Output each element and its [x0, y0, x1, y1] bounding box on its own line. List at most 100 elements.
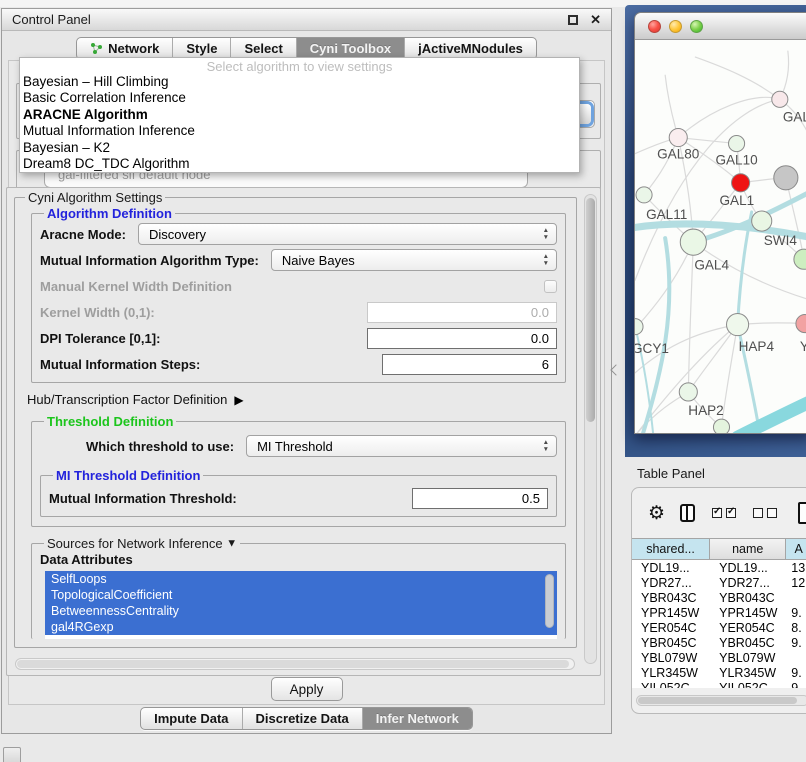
table-cell[interactable]: YBR045C [632, 636, 710, 650]
network-edge[interactable] [688, 325, 737, 392]
swi4-node[interactable] [752, 211, 772, 231]
table-row[interactable]: YBL079WYBL079W [632, 650, 806, 665]
node-green-bottom[interactable] [713, 419, 729, 433]
settings-horizontal-scrollbar[interactable] [15, 658, 575, 670]
column-header[interactable]: A [786, 539, 806, 559]
select-all-icon[interactable] [712, 508, 736, 518]
gear-icon[interactable]: ⚙ [648, 504, 665, 523]
table-cell[interactable]: 8. [786, 621, 806, 635]
settings-vertical-scrollbar[interactable] [584, 194, 597, 664]
table-row[interactable]: YBR045CYBR045C9. [632, 635, 806, 650]
zoom-traffic-light[interactable] [690, 20, 703, 33]
tab-discretize-data[interactable]: Discretize Data [242, 708, 362, 729]
table-cell[interactable]: 9. [786, 606, 806, 620]
table-row[interactable]: YER054CYER054C8. [632, 620, 806, 635]
table-cell[interactable]: YBR043C [710, 591, 786, 605]
float-window-icon[interactable] [568, 15, 578, 25]
scrollbar-thumb[interactable] [638, 697, 797, 704]
table-cell[interactable]: 9 [786, 681, 806, 689]
mi-steps-field[interactable]: 6 [382, 354, 557, 375]
algorithm-option[interactable]: Dream8 DC_TDC Algorithm [20, 156, 579, 172]
splitter-grip-icon[interactable] [610, 364, 621, 375]
apply-button[interactable]: Apply [271, 677, 343, 701]
close-icon[interactable]: ✕ [590, 13, 601, 26]
network-edge[interactable] [643, 238, 669, 433]
gal1-node[interactable] [732, 174, 750, 192]
table-cell[interactable]: YBR045C [710, 636, 786, 650]
gal11-node[interactable] [636, 187, 652, 203]
table-cell[interactable]: YDL19... [710, 561, 786, 575]
table-cell[interactable]: YIL052C [710, 681, 786, 689]
tab-style[interactable]: Style [172, 38, 230, 59]
tab-infer-network[interactable]: Infer Network [362, 708, 472, 729]
mi-threshold-field[interactable]: 0.5 [412, 488, 548, 509]
node-gray[interactable] [774, 166, 798, 190]
algorithm-option[interactable]: Basic Correlation Inference [20, 90, 579, 106]
column-header[interactable]: shared... [632, 539, 710, 559]
table-row[interactable]: YLR345WYLR345W9. [632, 665, 806, 680]
network-edge[interactable] [665, 75, 678, 137]
mi-type-select[interactable]: Naive Bayes ▲▼ [271, 249, 557, 271]
split-columns-icon[interactable] [680, 504, 695, 522]
gal4-node[interactable] [680, 229, 706, 255]
table-cell[interactable]: YBL079W [710, 651, 786, 665]
node-pink-top[interactable] [772, 91, 788, 107]
table-cell[interactable]: 9. [786, 666, 806, 680]
table-horizontal-scrollbar[interactable] [636, 695, 806, 706]
table-cell[interactable]: YDR27... [632, 576, 710, 590]
deselect-all-icon[interactable] [753, 508, 777, 518]
network-edge[interactable] [721, 325, 737, 428]
tab-network[interactable]: Network [77, 38, 172, 59]
network-canvas[interactable]: GALGAL80GAL10GAL1GAL11SWI4GAL4GCY1HAP4YH… [635, 41, 806, 433]
network-graph[interactable]: GALGAL80GAL10GAL1GAL11SWI4GAL4GCY1HAP4YH… [635, 41, 806, 433]
hub-definition-expander[interactable]: Hub/Transcription Factor Definition ▶ [27, 392, 570, 407]
gal10-node[interactable] [729, 136, 745, 152]
table-cell[interactable]: 12 [786, 576, 806, 590]
algorithm-option[interactable]: Bayesian – Hill Climbing [20, 74, 579, 90]
node-salmon[interactable] [796, 315, 806, 333]
table-cell[interactable]: YDR27... [710, 576, 786, 590]
tab-jactivemnodules[interactable]: jActiveMNodules [404, 38, 536, 59]
document-icon[interactable] [798, 502, 806, 524]
attribute-item[interactable]: BetweennessCentrality [45, 603, 557, 619]
table-cell[interactable]: YLR345W [710, 666, 786, 680]
network-edge[interactable] [738, 399, 806, 433]
dock-panel-icon[interactable] [3, 747, 21, 762]
sources-title[interactable]: Sources for Network Inference ▼ [44, 535, 240, 551]
algorithm-option[interactable]: Mutual Information Inference [20, 123, 579, 139]
table-cell[interactable]: YPR145W [632, 606, 710, 620]
table-cell[interactable]: YER054C [710, 621, 786, 635]
table-cell[interactable]: YER054C [632, 621, 710, 635]
table-cell[interactable]: YBL079W [632, 651, 710, 665]
tab-cyni-toolbox[interactable]: Cyni Toolbox [296, 38, 404, 59]
node-pink-left[interactable] [669, 128, 687, 146]
table-row[interactable]: YDL19...YDL19...13 [632, 560, 806, 575]
column-header[interactable]: name [710, 539, 786, 559]
manual-kernel-checkbox[interactable] [544, 280, 557, 293]
aracne-mode-select[interactable]: Discovery ▲▼ [138, 223, 557, 245]
attribute-item[interactable]: TopologicalCoefficient [45, 587, 557, 603]
data-attributes-list[interactable]: SelfLoopsTopologicalCoefficientBetweenne… [45, 571, 557, 639]
attribute-item[interactable]: SelfLoops [45, 571, 557, 587]
table-cell[interactable]: YBR043C [632, 591, 710, 605]
list-scrollbar-thumb[interactable] [545, 574, 554, 628]
table-cell[interactable]: YIL052C [632, 681, 710, 689]
which-threshold-select[interactable]: MI Threshold ▲▼ [246, 435, 557, 457]
network-edge[interactable] [695, 57, 779, 99]
scrollbar-thumb[interactable] [586, 198, 595, 422]
table-cell[interactable]: 13 [786, 561, 806, 575]
table-cell[interactable]: YPR145W [710, 606, 786, 620]
attribute-item[interactable]: gal4RGexp [45, 619, 557, 635]
algorithm-option[interactable]: Bayesian – K2 [20, 140, 579, 156]
scrollbar-thumb[interactable] [17, 660, 569, 668]
network-window-titlebar[interactable] [635, 13, 806, 40]
dpi-tolerance-field[interactable]: 0.0 [367, 328, 557, 349]
minimize-traffic-light[interactable] [669, 20, 682, 33]
kernel-width-field[interactable]: 0.0 [367, 302, 557, 323]
tab-impute-data[interactable]: Impute Data [141, 708, 241, 729]
hap2-node[interactable] [679, 383, 697, 401]
table-row[interactable]: YIL052CYIL052C9 [632, 680, 806, 688]
table-cell[interactable]: 9. [786, 636, 806, 650]
hap4-node[interactable] [727, 314, 749, 336]
network-edge[interactable] [635, 99, 780, 280]
